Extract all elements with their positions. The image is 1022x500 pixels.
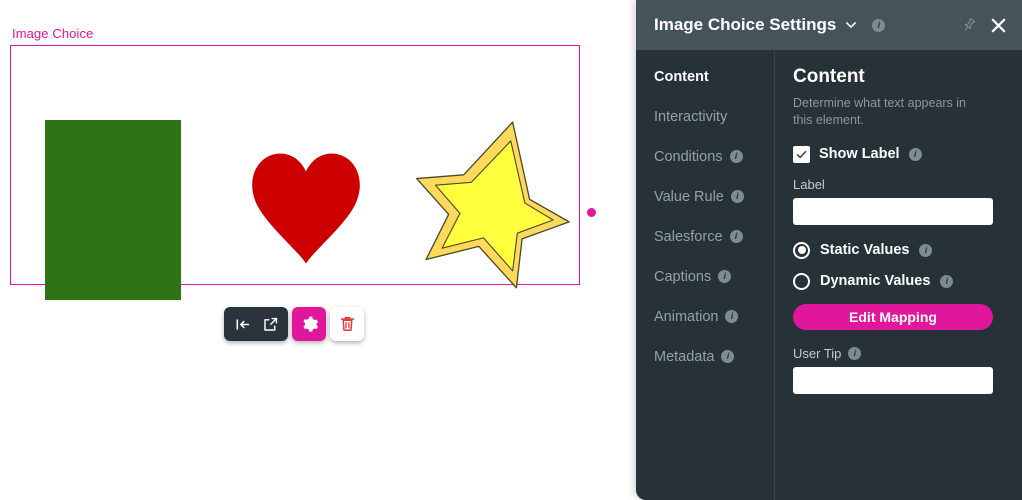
panel-title-dropdown-button[interactable] bbox=[844, 18, 858, 32]
label-input[interactable] bbox=[793, 197, 993, 225]
trash-icon bbox=[340, 316, 354, 331]
delete-element-button[interactable] bbox=[330, 307, 364, 341]
static-values-info-icon[interactable]: i bbox=[919, 243, 933, 257]
edit-mapping-button[interactable]: Edit Mapping bbox=[793, 303, 993, 330]
panel-nav: Content Interactivity Conditions i Value… bbox=[636, 50, 775, 500]
editor-canvas: Image Choice bbox=[0, 0, 636, 500]
indent-left-icon bbox=[236, 318, 249, 330]
pin-icon bbox=[964, 18, 975, 31]
nav-item-label: Animation bbox=[654, 308, 719, 325]
pin-panel-button[interactable] bbox=[961, 17, 977, 33]
show-label-checkbox[interactable] bbox=[793, 145, 810, 163]
shape-heart[interactable] bbox=[249, 150, 363, 266]
show-label-row: Show Label i bbox=[793, 145, 1002, 163]
nav-item-content[interactable]: Content bbox=[654, 66, 774, 87]
label-field-title-text: Label bbox=[793, 176, 825, 192]
dynamic-values-info-icon[interactable]: i bbox=[940, 274, 954, 288]
info-icon[interactable]: i bbox=[729, 150, 743, 163]
nav-item-value-rule[interactable]: Value Rule i bbox=[654, 186, 774, 207]
nav-item-label: Salesforce bbox=[654, 228, 723, 245]
check-icon bbox=[796, 150, 807, 158]
chevron-down-icon bbox=[846, 22, 857, 28]
open-external-button[interactable] bbox=[256, 310, 284, 338]
static-values-radio[interactable] bbox=[793, 241, 810, 259]
info-icon[interactable]: i bbox=[721, 350, 735, 363]
user-tip-input[interactable] bbox=[793, 366, 993, 394]
info-icon[interactable]: i bbox=[730, 190, 744, 203]
nav-item-label: Metadata bbox=[654, 348, 715, 365]
info-icon[interactable]: i bbox=[729, 230, 743, 243]
radio-inner-dot bbox=[797, 246, 806, 254]
open-external-icon bbox=[263, 317, 277, 331]
star-icon bbox=[415, 121, 570, 289]
nav-item-label: Captions bbox=[654, 268, 712, 285]
label-field-title: Label bbox=[793, 177, 1002, 192]
indent-left-button[interactable] bbox=[228, 310, 256, 338]
element-settings-button[interactable] bbox=[292, 307, 326, 341]
panel-title-info-icon[interactable]: i bbox=[872, 18, 886, 32]
panel-title: Image Choice Settings bbox=[654, 15, 837, 34]
shape-star[interactable] bbox=[411, 116, 571, 292]
user-tip-title-text: User Tip bbox=[793, 345, 842, 361]
resize-handle-right[interactable] bbox=[587, 208, 596, 217]
info-icon[interactable]: i bbox=[725, 310, 739, 323]
element-type-label: Image Choice bbox=[12, 26, 94, 41]
user-tip-field-block: User Tip i bbox=[793, 346, 1002, 394]
gear-icon bbox=[302, 316, 318, 332]
content-heading: Content bbox=[793, 66, 865, 87]
nav-item-label: Conditions bbox=[654, 148, 723, 165]
nav-item-label: Interactivity bbox=[654, 108, 728, 125]
info-icon[interactable]: i bbox=[718, 270, 732, 283]
element-toolbar bbox=[224, 306, 364, 342]
dynamic-values-label: Dynamic Values bbox=[820, 273, 931, 289]
nav-item-animation[interactable]: Animation i bbox=[654, 306, 774, 327]
panel-body: Content Interactivity Conditions i Value… bbox=[636, 50, 1022, 500]
nav-item-captions[interactable]: Captions i bbox=[654, 266, 774, 287]
nav-item-salesforce[interactable]: Salesforce i bbox=[654, 226, 774, 247]
toolbar-group-left bbox=[224, 307, 288, 341]
content-description: Determine what text appears in this elem… bbox=[793, 96, 967, 128]
static-values-row: Static Values i bbox=[793, 241, 1002, 259]
nav-item-interactivity[interactable]: Interactivity bbox=[654, 106, 774, 127]
close-panel-button[interactable] bbox=[989, 16, 1008, 35]
nav-item-label: Value Rule bbox=[654, 188, 724, 205]
settings-panel: Image Choice Settings i Content Interact… bbox=[636, 0, 1022, 500]
nav-item-metadata[interactable]: Metadata i bbox=[654, 346, 774, 367]
show-label-text: Show Label bbox=[819, 146, 900, 162]
panel-header: Image Choice Settings i bbox=[636, 0, 1022, 50]
label-field-block: Label bbox=[793, 177, 1002, 225]
user-tip-info-icon[interactable]: i bbox=[848, 346, 862, 360]
heart-icon bbox=[252, 153, 360, 264]
nav-item-label: Content bbox=[654, 68, 709, 85]
nav-item-conditions[interactable]: Conditions i bbox=[654, 146, 774, 167]
panel-content: Content Determine what text appears in t… bbox=[775, 50, 1022, 500]
static-values-label: Static Values bbox=[820, 242, 910, 258]
user-tip-field-title: User Tip i bbox=[793, 346, 1002, 361]
selected-element-frame[interactable] bbox=[10, 45, 596, 335]
close-icon bbox=[991, 18, 1006, 32]
shape-rectangle[interactable] bbox=[45, 120, 181, 300]
dynamic-values-radio[interactable] bbox=[793, 272, 810, 290]
show-label-info-icon[interactable]: i bbox=[908, 147, 922, 161]
dynamic-values-row: Dynamic Values i bbox=[793, 272, 1002, 290]
